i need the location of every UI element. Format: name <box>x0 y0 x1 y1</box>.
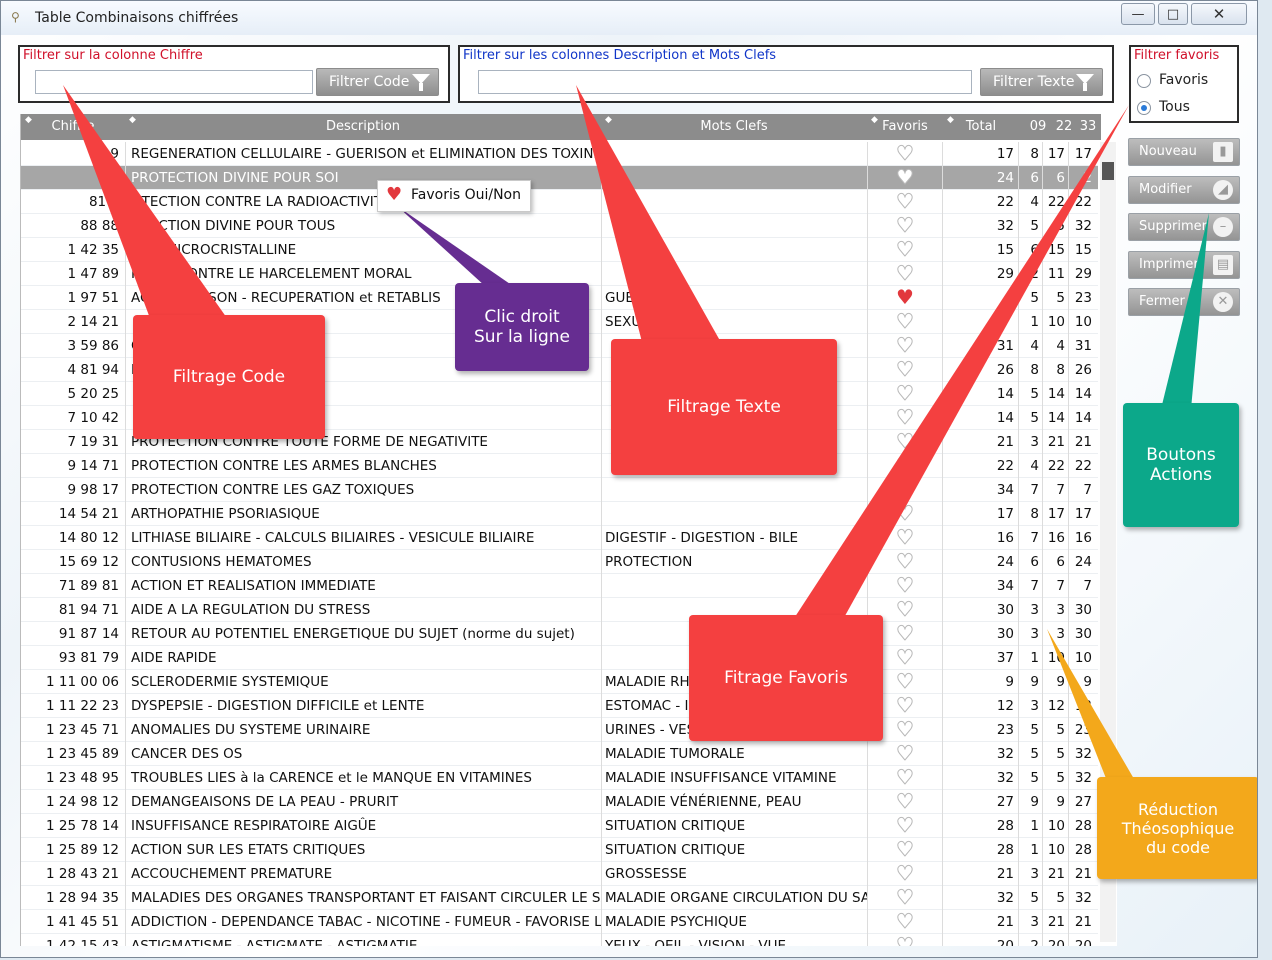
main-window: ⚲ Table Combinaisons chiffrées — □ ✕ Fil… <box>0 0 1258 958</box>
pointer-reduction <box>1047 629 1141 791</box>
context-menu[interactable]: ♥ Favoris Oui/Non <box>377 180 531 212</box>
pointer-click <box>397 206 513 286</box>
callout-clic-droit: Clic droit Sur la ligne <box>455 283 589 371</box>
heart-icon: ♥ <box>386 184 403 205</box>
pointer-actions <box>1161 213 1209 409</box>
pointer-favorites <box>791 105 1129 623</box>
context-menu-item[interactable]: Favoris Oui/Non <box>411 187 521 203</box>
pointer-text <box>576 85 723 346</box>
callout-pointers <box>63 85 1209 791</box>
callout-boutons-actions: Boutons Actions <box>1123 403 1239 527</box>
pointer-code <box>63 85 229 321</box>
callout-fitrage-favoris: Fitrage Favoris <box>689 615 883 741</box>
callout-filtrage-texte: Filtrage Texte <box>611 339 837 475</box>
callout-reduction-theosophique: Réduction Théosophique du code <box>1097 777 1257 879</box>
callout-filtrage-code: Filtrage Code <box>133 315 325 439</box>
